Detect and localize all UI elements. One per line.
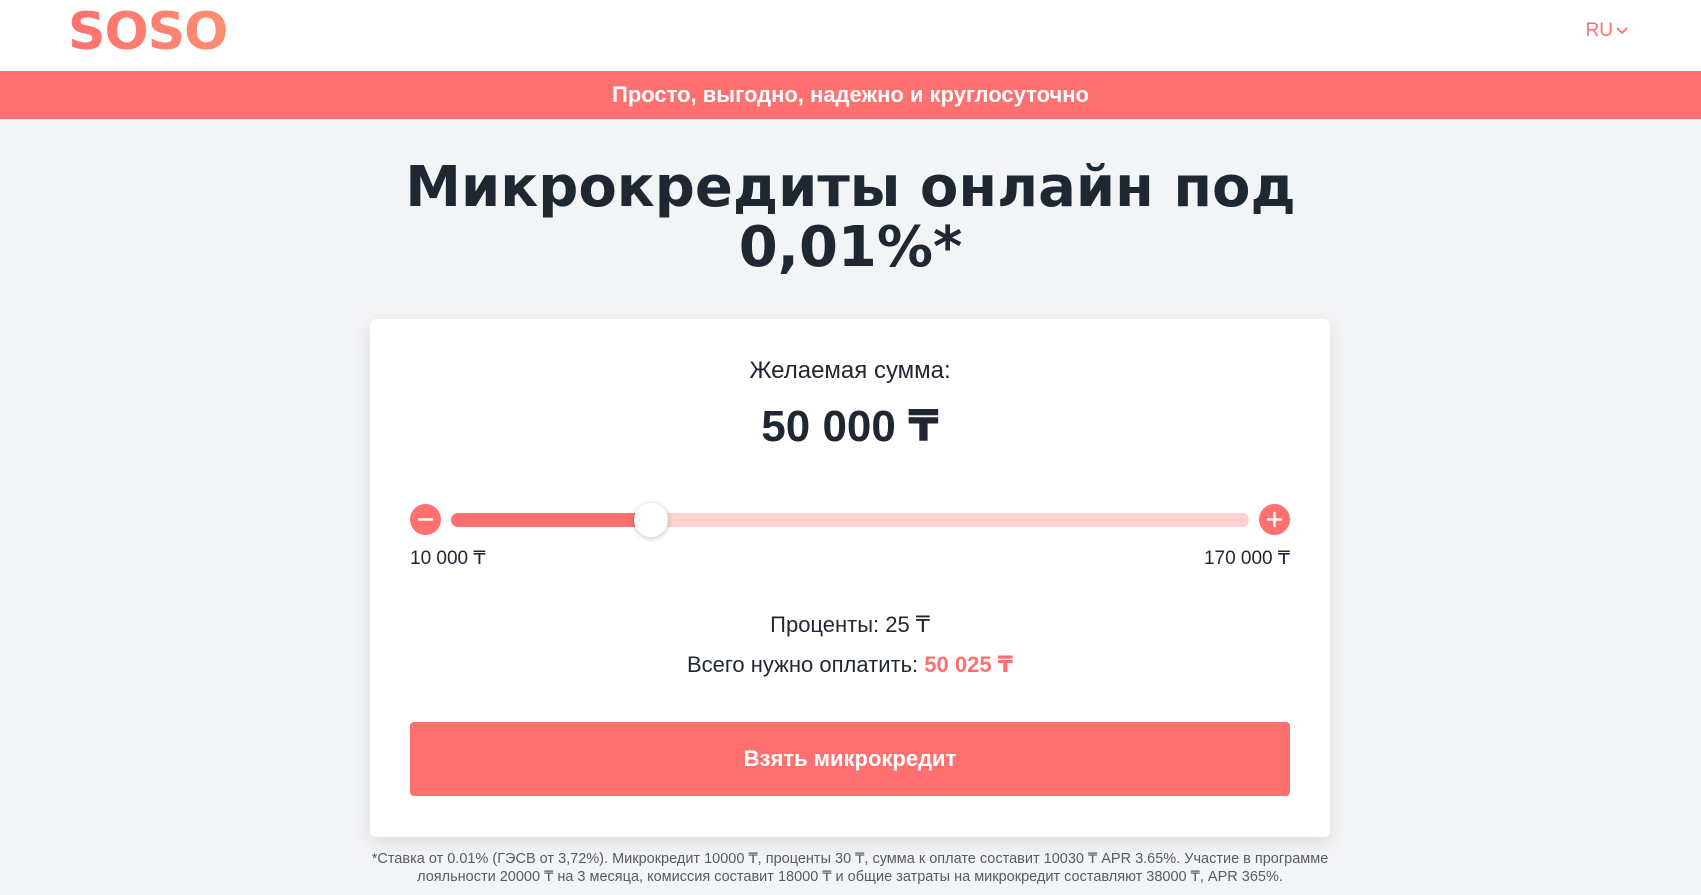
footnote: *Ставка от 0.01% (ГЭСВ от 3,72%). Микрок… [360, 850, 1340, 886]
footnote-line2: лояльности 20000 ₸ на 3 месяца, комиссия… [417, 869, 1283, 885]
sum-label: Желаемая сумма: [749, 357, 951, 384]
sum-value: 50 000 ₸ [761, 402, 939, 451]
slider-fill [451, 513, 651, 527]
slider-track[interactable] [451, 503, 1249, 537]
decrease-button[interactable] [410, 504, 441, 535]
page-title-line2: 0,01%* [738, 215, 963, 280]
header: SOSO RU [0, 0, 1701, 71]
loan-calculator-card: Желаемая сумма: 50 000 ₸ 10 000 ₸ 170 00… [370, 319, 1330, 837]
total-payment: Всего нужно оплатить: 50 025 ₸ [370, 652, 1330, 678]
total-prefix: Всего нужно оплатить: [686, 652, 919, 677]
page-title: Микрокредиты онлайн под 0,01%* [0, 158, 1701, 278]
amount-slider [410, 503, 1290, 537]
promo-banner: Просто, выгодно, надежно и круглосуточно [0, 71, 1701, 119]
slider-max-label: 170 000 ₸ [1203, 548, 1290, 569]
logo[interactable]: SOSO [68, 2, 228, 62]
take-microcredit-button[interactable]: Взять микрокредит [410, 722, 1290, 796]
minus-icon [410, 504, 441, 535]
slider-min-label: 10 000 ₸ [410, 548, 486, 569]
language-label: RU [1585, 20, 1613, 41]
increase-button[interactable] [1259, 504, 1290, 535]
language-selector[interactable]: RU [1586, 20, 1629, 42]
page-title-line1: Микрокредиты онлайн под [405, 155, 1296, 220]
footnote-line1: *Ставка от 0.01% (ГЭСВ от 3,72%). Микрок… [371, 851, 1329, 867]
interest-text: Проценты: 25 ₸ [770, 612, 930, 637]
slider-thumb[interactable] [634, 503, 668, 537]
plus-icon [1259, 504, 1290, 535]
total-value: 50 025 ₸ [924, 652, 1013, 677]
chevron-down-icon [1615, 24, 1629, 38]
